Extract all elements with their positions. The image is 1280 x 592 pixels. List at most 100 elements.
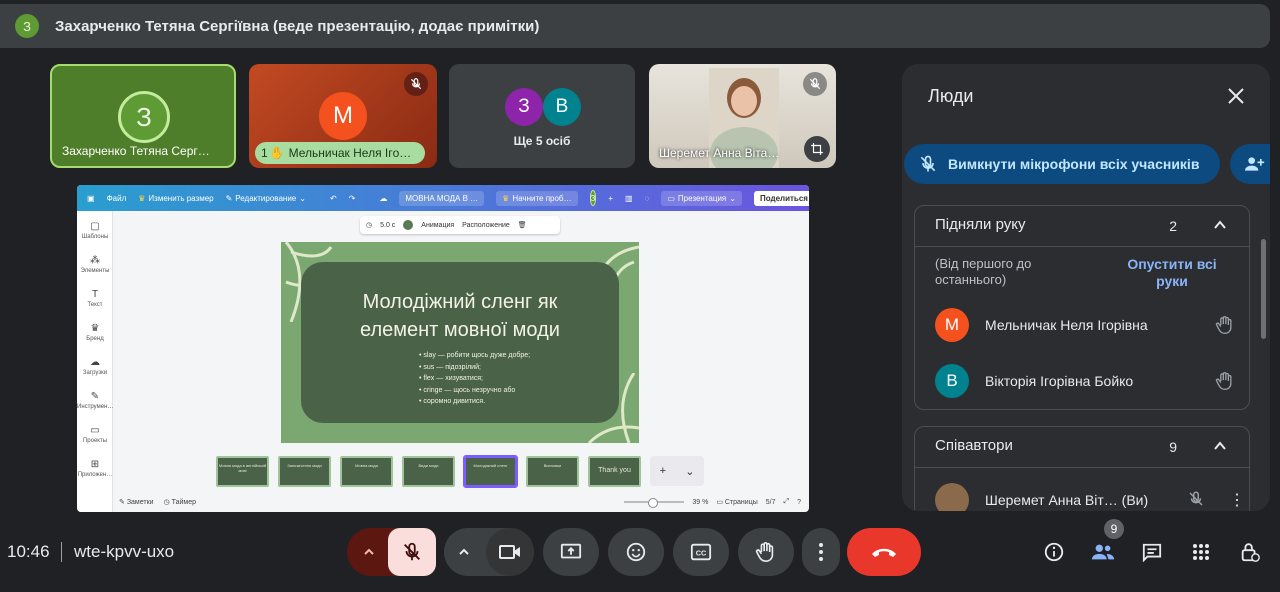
shared-screen[interactable]: ▣ Файл ♛ Изменить размер ✎ Редактирование ⌄… bbox=[77, 185, 809, 512]
pages-button[interactable]: ▭ Страницы bbox=[716, 498, 757, 506]
mute-all-button[interactable]: Вимкнути мікрофони всіх учасників bbox=[904, 144, 1220, 184]
closed-captions-icon: CC bbox=[690, 543, 712, 561]
canva-footer: ✎ Заметки ◷ Таймер 39 % ▭ Страницы 5/7 ⤢… bbox=[113, 492, 809, 512]
more-options-button[interactable] bbox=[802, 528, 840, 576]
present-screen-button[interactable] bbox=[543, 528, 599, 576]
position-button[interactable]: Расположение bbox=[462, 222, 510, 229]
redo-icon[interactable]: ↷ bbox=[349, 194, 356, 203]
slide-thumbnail[interactable]: Запозичення моди bbox=[278, 456, 331, 487]
chat-icon[interactable] bbox=[1140, 540, 1164, 564]
chevron-up-icon bbox=[459, 548, 469, 555]
tile-name: Мельничак Неля Ігo… bbox=[288, 146, 412, 160]
slide-canvas[interactable]: Молодіжний сленг як елемент мовної моди … bbox=[281, 242, 639, 443]
slide-thumbnail[interactable]: Висновки bbox=[526, 456, 579, 487]
slide-thumbnail[interactable]: Thank you bbox=[588, 456, 641, 487]
host-controls-icon[interactable] bbox=[1238, 540, 1262, 564]
notes-button[interactable]: ✎ Заметки bbox=[119, 498, 154, 506]
help-icon[interactable]: ? bbox=[797, 499, 801, 506]
chevron-down-icon: ⌄ bbox=[685, 465, 695, 478]
add-slide-button[interactable]: + ⌄ bbox=[650, 456, 704, 486]
sidebar-item-text[interactable]: T Текст bbox=[77, 289, 113, 308]
chevron-up-icon[interactable] bbox=[1213, 439, 1227, 453]
slide-thumbnail[interactable]: Мовна мода в англійській мові bbox=[216, 456, 269, 487]
leave-call-button[interactable] bbox=[847, 528, 921, 576]
tile-name: Захарченко Тетяна Серг… bbox=[62, 144, 210, 158]
participant-tile-zakharchenko[interactable]: З Захарченко Тетяна Серг… bbox=[50, 64, 236, 168]
comment-icon[interactable]: ◌ bbox=[645, 194, 650, 203]
chevron-up-icon[interactable] bbox=[1213, 218, 1227, 232]
meeting-code: wte-kpvv-uxo bbox=[74, 542, 175, 561]
slide-thumbnail[interactable]: Мовна мода bbox=[340, 456, 393, 487]
sidebar-item-uploads[interactable]: ☁ Загрузки bbox=[77, 357, 113, 376]
camera-toggle-button[interactable] bbox=[486, 528, 534, 576]
list-item[interactable]: Шеремет Анна Віт… (Ви) ⋮ bbox=[935, 483, 1245, 511]
section-header[interactable]: Співавтори bbox=[935, 437, 1013, 454]
file-menu[interactable]: Файл bbox=[107, 194, 127, 203]
crown-icon: ♛ bbox=[138, 193, 146, 203]
add-icon[interactable]: + bbox=[608, 194, 613, 203]
tools-icon: ✎ bbox=[90, 391, 100, 402]
list-item[interactable]: В Вікторія Ігорівна Бойко bbox=[935, 364, 1235, 398]
raised-hand-icon[interactable] bbox=[1215, 371, 1235, 396]
participant-tile-melnychak[interactable]: М 1 ✋ Мельничак Неля Ігo… bbox=[249, 64, 437, 168]
timer-button[interactable]: ◷ Таймер bbox=[164, 498, 196, 506]
present-button[interactable]: ▭ Презентация ⌄ bbox=[661, 190, 742, 206]
duration-button[interactable]: 5.0 с bbox=[380, 222, 395, 229]
resize-button[interactable]: ♛ Изменить размер bbox=[138, 194, 213, 203]
slide-thumbnail-selected[interactable]: Молодіжний сленг bbox=[463, 455, 518, 488]
person-name: Шеремет Анна Віт… (Ви) bbox=[985, 492, 1149, 508]
sidebar-item-apps[interactable]: ⊞ Приложен… bbox=[77, 459, 113, 478]
participant-tile-more[interactable]: З В Ще 5 осіб bbox=[449, 64, 635, 168]
list-item[interactable]: М Мельничак Неля Ігорівна bbox=[935, 308, 1235, 342]
zoom-slider[interactable] bbox=[624, 498, 685, 508]
more-vert-icon[interactable]: ⋮ bbox=[1229, 490, 1245, 510]
captions-button[interactable]: CC bbox=[673, 528, 729, 576]
sidebar-item-templates[interactable]: ▢ Шаблоны bbox=[77, 221, 113, 240]
mic-off-icon bbox=[1187, 490, 1205, 511]
element-toolbar: ◷ 5.0 с Анимация Расположение 🗑 bbox=[360, 216, 560, 234]
participant-tile-sheremet[interactable]: Шеремет Анна Віта… bbox=[649, 64, 836, 168]
color-swatch[interactable] bbox=[403, 220, 414, 230]
sidebar-item-elements[interactable]: ⁂ Элементы bbox=[77, 255, 113, 274]
meeting-info-icon[interactable] bbox=[1042, 540, 1066, 564]
canva-toolbar: ▣ Файл ♛ Изменить размер ✎ Редактирование ⌄… bbox=[77, 185, 809, 211]
slide-thumbnail[interactable]: Види моди bbox=[402, 456, 455, 487]
share-button[interactable]: Поделиться bbox=[753, 190, 809, 206]
people-panel: Люди Вимкнути мікрофони всіх учасників П… bbox=[902, 64, 1270, 511]
sidebar-item-brand[interactable]: ♛ Бренд bbox=[77, 323, 113, 342]
fullscreen-icon[interactable]: ⤢ bbox=[783, 498, 789, 506]
trash-icon[interactable]: 🗑 bbox=[518, 221, 527, 229]
page-count: 5/7 bbox=[765, 498, 776, 506]
mic-toggle-button[interactable] bbox=[388, 528, 436, 576]
close-icon[interactable] bbox=[1226, 86, 1246, 106]
collaborator-avatar[interactable]: З bbox=[589, 190, 597, 206]
people-icon[interactable] bbox=[1091, 540, 1115, 564]
activities-icon[interactable] bbox=[1189, 540, 1213, 564]
undo-icon[interactable]: ↶ bbox=[330, 194, 337, 203]
sidebar-item-projects[interactable]: ▭ Проекты bbox=[77, 425, 113, 444]
sidebar-item-tools[interactable]: ✎ Инструмен… bbox=[77, 391, 113, 410]
panel-toggle-icon[interactable]: ▣ bbox=[87, 194, 95, 203]
raised-hand-icon[interactable] bbox=[1215, 315, 1235, 340]
add-people-button[interactable] bbox=[1230, 144, 1270, 184]
chevron-up-icon bbox=[364, 548, 374, 555]
edit-menu[interactable]: ✎ Редактирование ⌄ bbox=[226, 194, 306, 203]
animation-button[interactable]: Анимация bbox=[421, 222, 454, 229]
avatar: З bbox=[118, 91, 170, 143]
section-header[interactable]: Підняли руку bbox=[935, 216, 1025, 233]
crop-icon[interactable] bbox=[804, 136, 830, 162]
analytics-icon[interactable]: ▥ bbox=[625, 194, 633, 203]
reactions-button[interactable] bbox=[608, 528, 664, 576]
doc-title[interactable]: МОВНА МОДА В … bbox=[399, 190, 485, 206]
mic-off-icon bbox=[404, 542, 420, 561]
scrollbar[interactable] bbox=[1261, 239, 1266, 339]
present-icon: ▭ bbox=[667, 193, 675, 203]
brand-icon: ♛ bbox=[90, 323, 100, 334]
raise-hand-button[interactable] bbox=[738, 528, 794, 576]
list-item: cringe — щось незручно або bbox=[419, 385, 530, 397]
lower-all-hands-button[interactable]: Опустити всі руки bbox=[1117, 256, 1227, 290]
upload-icon: ☁ bbox=[90, 357, 100, 368]
pencil-icon: ✎ bbox=[225, 193, 233, 203]
crown-icon: ♛ bbox=[502, 193, 510, 203]
try-pro-button[interactable]: ♛ Начните проб… bbox=[496, 190, 578, 206]
